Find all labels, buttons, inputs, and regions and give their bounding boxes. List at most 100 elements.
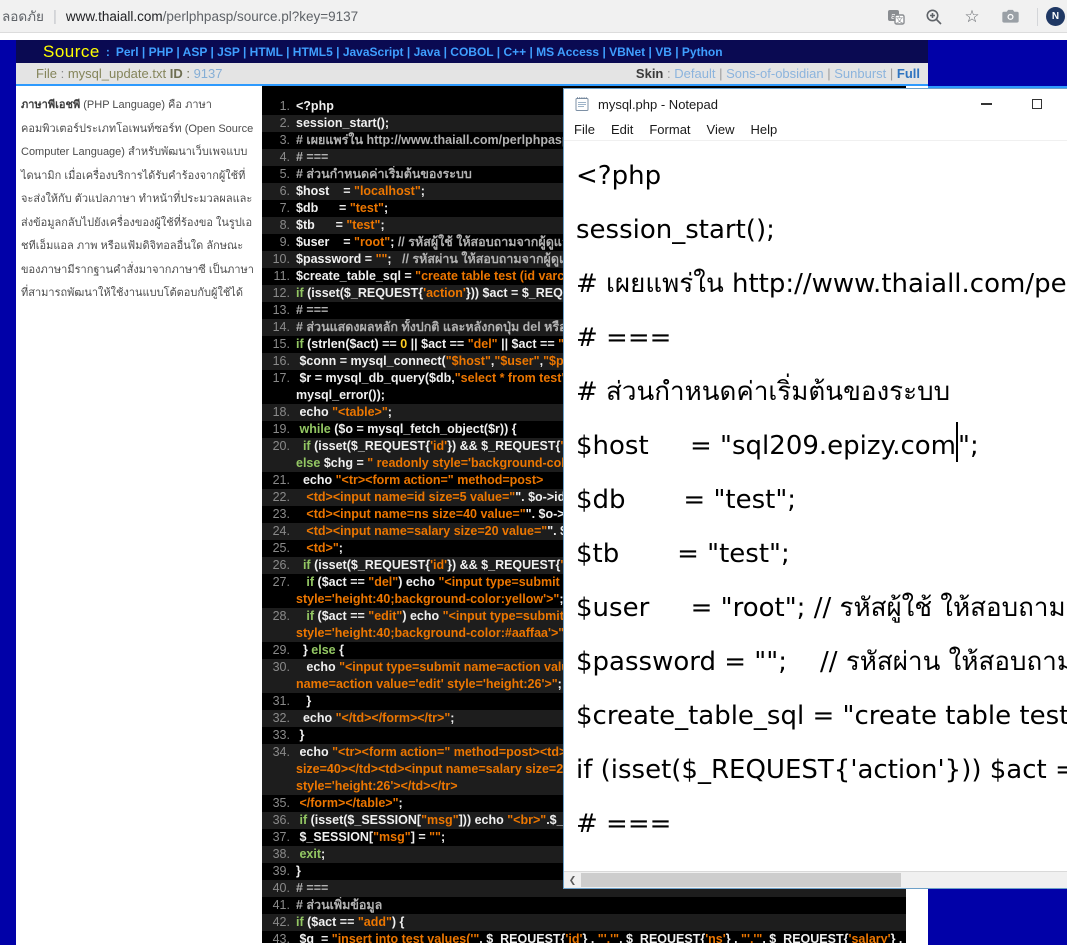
menu-item-view[interactable]: View xyxy=(699,122,743,137)
line-number: 23. xyxy=(262,506,296,523)
code-text: $db = "test"; xyxy=(296,200,388,217)
notepad-titlebar[interactable]: mysql.php - Notepad xyxy=(564,89,1067,119)
code-text: echo "<tr><form action=" method=post> xyxy=(296,472,543,489)
line-number: 21. xyxy=(262,472,296,489)
menu-item-help[interactable]: Help xyxy=(742,122,785,137)
code-text: } xyxy=(296,863,301,880)
lang-link-javascript[interactable]: JavaScript xyxy=(343,45,404,59)
window-minimize-button[interactable] xyxy=(964,89,1009,119)
code-text: mysql_error()); xyxy=(296,387,385,404)
skin-link-sons-of-obsidian[interactable]: Sons-of-obsidian xyxy=(726,66,824,81)
lang-separator: | xyxy=(240,45,250,59)
lang-link-asp[interactable]: ASP xyxy=(183,45,207,59)
skin-link-default[interactable]: Default xyxy=(674,66,715,81)
file-name: mysql_update.txt xyxy=(68,66,166,81)
notepad-title: mysql.php - Notepad xyxy=(598,97,718,112)
notepad-textarea[interactable]: <?phpsession_start();# เผยแพร่ใน http://… xyxy=(564,141,1067,870)
address-bar[interactable]: ลอดภัย | www.thaiall.com /perlphpasp/sou… xyxy=(0,5,358,27)
code-text: } xyxy=(296,727,304,744)
lang-link-php[interactable]: PHP xyxy=(149,45,173,59)
code-text: style='height:26'></td></tr> xyxy=(296,778,458,795)
lang-separator: | xyxy=(599,45,609,59)
notepad-line: # เผยแพร่ใน http://www.thaiall.com/perlp… xyxy=(576,257,1067,311)
line-number: 42. xyxy=(262,914,296,931)
page-top-gap xyxy=(0,33,1067,40)
line-number: 32. xyxy=(262,710,296,727)
code-text: # === xyxy=(296,302,328,319)
code-text: echo "<table>"; xyxy=(296,404,392,421)
lang-link-c[interactable]: C++ xyxy=(503,45,526,59)
lang-separator: | xyxy=(283,45,293,59)
line-number xyxy=(262,761,296,778)
menu-item-file[interactable]: File xyxy=(566,122,603,137)
zoom-icon[interactable] xyxy=(923,6,945,28)
line-number: 40. xyxy=(262,880,296,897)
lang-separator: | xyxy=(173,45,183,59)
line-number: 20. xyxy=(262,438,296,455)
code-text: # === xyxy=(296,880,328,897)
code-line-row: 41.# ส่วนเพิ่มข้อมูล xyxy=(262,897,906,914)
skin-link-sunburst[interactable]: Sunburst xyxy=(834,66,886,81)
line-number: 11. xyxy=(262,268,296,285)
code-text: echo "</td></form></tr>"; xyxy=(296,710,454,727)
line-number: 4. xyxy=(262,149,296,166)
sidebar-lead: ภาษาพีเอชพี xyxy=(21,99,80,111)
code-text: $user = "root"; // รหัสผู้ใช้ ให้สอบถามจ… xyxy=(296,234,570,251)
code-text: # === xyxy=(296,149,328,166)
line-number: 13. xyxy=(262,302,296,319)
window-maximize-button[interactable] xyxy=(1014,89,1059,119)
code-text: <td><input name=id size=5 value="". $o->… xyxy=(296,489,595,506)
lang-link-html[interactable]: HTML xyxy=(250,45,283,59)
lang-separator: | xyxy=(493,45,503,59)
code-text: } xyxy=(296,693,311,710)
code-line: 43. $q = "insert into test values('". $_… xyxy=(262,931,906,943)
code-text: style='height:40;background-color:yellow… xyxy=(296,591,563,608)
bookmark-star-icon[interactable]: ☆ xyxy=(961,6,983,28)
lang-link-vb[interactable]: VB xyxy=(655,45,672,59)
line-number: 36. xyxy=(262,812,296,829)
lang-link-vbnet[interactable]: VBNet xyxy=(609,45,645,59)
lang-link-ms-access[interactable]: MS Access xyxy=(536,45,599,59)
lang-link-java[interactable]: Java xyxy=(414,45,441,59)
lang-link-python[interactable]: Python xyxy=(682,45,723,59)
code-text: $_SESSION["msg"] = ""; xyxy=(296,829,445,846)
menu-item-format[interactable]: Format xyxy=(641,122,698,137)
line-number xyxy=(262,625,296,642)
line-number: 6. xyxy=(262,183,296,200)
text-caret xyxy=(956,422,958,462)
horizontal-scrollbar[interactable]: ❮ xyxy=(564,871,1067,888)
lang-separator: | xyxy=(526,45,536,59)
sidebar-body-text: (PHP Language) คือ ภาษาคอมพิวเตอร์ประเภท… xyxy=(21,99,254,299)
line-number: 5. xyxy=(262,166,296,183)
lang-link-perl[interactable]: Perl xyxy=(116,45,139,59)
notepad-line: $create_table_sql = "create table test (… xyxy=(576,689,1067,743)
code-text: session_start(); xyxy=(296,115,389,132)
skin-link-full[interactable]: Full xyxy=(897,66,920,81)
page-left-margin xyxy=(0,40,16,945)
skin-separator: | xyxy=(715,66,726,81)
lang-link-cobol[interactable]: COBOL xyxy=(450,45,493,59)
notepad-line: $host = "sql209.epizy.com"; xyxy=(576,419,1067,473)
translate-icon[interactable]: a文 xyxy=(885,6,907,28)
id-label: ID : xyxy=(170,66,190,81)
line-number: 31. xyxy=(262,693,296,710)
line-number: 43. xyxy=(262,931,296,943)
toolbar-divider xyxy=(1037,8,1038,26)
lang-link-jsp[interactable]: JSP xyxy=(217,45,239,59)
security-label: ลอดภัย xyxy=(2,5,44,27)
menu-item-edit[interactable]: Edit xyxy=(603,122,641,137)
camera-icon[interactable] xyxy=(999,6,1021,28)
line-number: 16. xyxy=(262,353,296,370)
scrollbar-thumb[interactable] xyxy=(581,873,901,887)
lang-separator: | xyxy=(139,45,149,59)
scroll-left-arrow-icon[interactable]: ❮ xyxy=(564,872,581,888)
lang-separator: | xyxy=(440,45,450,59)
profile-avatar[interactable]: N xyxy=(1046,7,1065,26)
line-number: 33. xyxy=(262,727,296,744)
code-text: $password = ""; // รหัสผ่าน ให้สอบถามจาก… xyxy=(296,251,575,268)
code-text: # ส่วนแสดงผลหลัก ทั้งปกติ และหลังกดปุ่ม … xyxy=(296,319,592,336)
lang-link-html5[interactable]: HTML5 xyxy=(293,45,333,59)
line-number xyxy=(262,591,296,608)
notepad-window: mysql.php - Notepad FileEditFormatViewHe… xyxy=(563,88,1067,889)
sidebar-paragraph: ภาษาพีเอชพี (PHP Language) คือ ภาษาคอมพิ… xyxy=(21,94,254,306)
